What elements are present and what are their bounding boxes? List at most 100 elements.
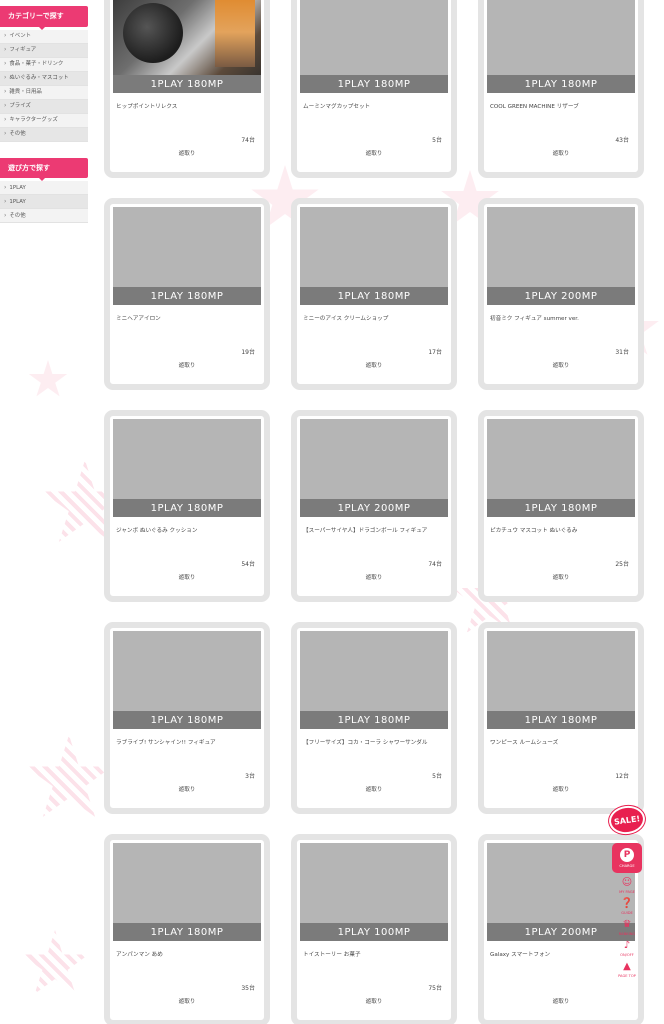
price-label: 1PLAY 180MP bbox=[487, 75, 635, 93]
product-name: ムーミンマグカップセット bbox=[303, 104, 371, 110]
product-card[interactable]: 1PLAY 200MP 初音ミク フィギュア summer ver. 31台 遊… bbox=[478, 198, 644, 390]
point-charge-label: CHARGE bbox=[619, 864, 635, 868]
point-charge-button[interactable]: P CHARGE bbox=[612, 843, 642, 873]
category-section: カテゴリーで探す › イベント › フィギュア › 食品・菓子・ドリンク › ぬいぐるみ… bbox=[0, 6, 88, 142]
category-list: › イベント › フィギュア › 食品・菓子・ドリンク › ぬいぐるみ・マスコット › 雑… bbox=[0, 29, 88, 142]
product-card[interactable]: 1PLAY 180MP ピカチュウ マスコット ぬいぐるみ 25台 遊取り bbox=[478, 410, 644, 602]
product-status: 遊取り bbox=[552, 787, 570, 793]
product-name: ワンピース ルームシューズ bbox=[490, 740, 559, 746]
product-card[interactable]: 1PLAY 100MP トイストーリー お菓子 75台 遊取り bbox=[291, 834, 457, 1024]
machine-count: 74台 bbox=[241, 137, 255, 144]
product-image: 1PLAY 180MP bbox=[487, 419, 635, 517]
category-item[interactable]: › プライズ bbox=[0, 99, 88, 114]
product-name: COOL GREEN MACHINE リザーブ bbox=[490, 104, 579, 110]
chevron-right-icon: › bbox=[4, 88, 7, 96]
machine-count: 5台 bbox=[432, 137, 442, 144]
product-status: 遊取り bbox=[552, 151, 570, 157]
play-item[interactable]: › その他 bbox=[0, 209, 88, 224]
my-page-button[interactable]: ☺ MY PAGE bbox=[612, 878, 642, 895]
star-decoration bbox=[28, 360, 68, 397]
price-label: 1PLAY 180MP bbox=[300, 287, 448, 305]
machine-count: 25台 bbox=[615, 561, 629, 568]
product-name: 【スーパーサイヤ人】ドラゴンボール フィギュア bbox=[303, 528, 428, 534]
product-image: 1PLAY 100MP bbox=[300, 843, 448, 941]
machine-count: 12台 bbox=[615, 773, 629, 780]
product-card[interactable]: 1PLAY 180MP ミニヘアアイロン 19台 遊取り bbox=[104, 198, 270, 390]
product-card[interactable]: 1PLAY 180MP ジャンボ ぬいぐるみ クッション 54台 遊取り bbox=[104, 410, 270, 602]
play-item[interactable]: › 1PLAY bbox=[0, 195, 88, 210]
product-status: 遊取り bbox=[178, 575, 196, 581]
product-image: 1PLAY 180MP bbox=[113, 0, 261, 93]
machine-count: 35台 bbox=[241, 985, 255, 992]
chevron-right-icon: › bbox=[4, 212, 7, 220]
category-item[interactable]: › フィギュア bbox=[0, 43, 88, 58]
chevron-right-icon: › bbox=[4, 60, 7, 68]
product-card[interactable]: 1PLAY 180MP COOL GREEN MACHINE リザーブ 43台 … bbox=[478, 0, 644, 178]
machine-count: 5台 bbox=[432, 773, 442, 780]
guide-button[interactable]: ❓ GUIDE bbox=[612, 898, 642, 916]
product-image: 1PLAY 180MP bbox=[300, 0, 448, 93]
sidebar: カテゴリーで探す › イベント › フィギュア › 食品・菓子・ドリンク › ぬいぐるみ… bbox=[0, 6, 88, 239]
machine-count: 74台 bbox=[428, 561, 442, 568]
ranking-button[interactable]: ♛ RANKING bbox=[612, 919, 642, 937]
category-item[interactable]: › ぬいぐるみ・マスコット bbox=[0, 71, 88, 86]
play-section: 遊び方で探す › 1PLAY › 1PLAY › その他 bbox=[0, 157, 88, 224]
price-label: 1PLAY 180MP bbox=[113, 499, 261, 517]
product-card[interactable]: 1PLAY 180MP ミニーのアイス クリームショップ 17台 遊取り bbox=[291, 198, 457, 390]
sale-badge[interactable]: SALE! bbox=[609, 805, 645, 835]
floating-nav: SALE! P CHARGE ☺ MY PAGE ❓ GUIDE ♛ RANKI… bbox=[609, 805, 645, 979]
product-card[interactable]: 1PLAY 200MP 【スーパーサイヤ人】ドラゴンボール フィギュア 74台 … bbox=[291, 410, 457, 602]
machine-count: 54台 bbox=[241, 561, 255, 568]
product-name: トイストーリー お菓子 bbox=[303, 952, 361, 958]
product-image: 1PLAY 180MP bbox=[113, 631, 261, 729]
category-item[interactable]: › 雑貨・日用品 bbox=[0, 85, 88, 100]
product-image: 1PLAY 180MP bbox=[300, 631, 448, 729]
product-card[interactable]: 1PLAY 180MP ワンピース ルームシューズ 12台 遊取り bbox=[478, 622, 644, 814]
product-card[interactable]: 1PLAY 180MP アンパンマン あめ 35台 遊取り bbox=[104, 834, 270, 1024]
product-image: 1PLAY 180MP bbox=[113, 419, 261, 517]
product-name: ジャンボ ぬいぐるみ クッション bbox=[116, 528, 198, 534]
machine-count: 31台 bbox=[615, 349, 629, 356]
product-card[interactable]: 1PLAY 180MP ムーミンマグカップセット 5台 遊取り bbox=[291, 0, 457, 178]
product-status: 遊取り bbox=[365, 575, 383, 581]
play-list: › 1PLAY › 1PLAY › その他 bbox=[0, 181, 88, 224]
chevron-right-icon: › bbox=[4, 46, 7, 54]
sound-toggle-button[interactable]: ♪ ON/OFF bbox=[612, 940, 642, 958]
price-label: 1PLAY 180MP bbox=[300, 75, 448, 93]
category-item[interactable]: › イベント bbox=[0, 29, 88, 44]
product-card[interactable]: 1PLAY 180MP ラブライブ! サンシャイン!! フィギュア 3台 遊取り bbox=[104, 622, 270, 814]
play-item[interactable]: › 1PLAY bbox=[0, 181, 88, 196]
product-image: 1PLAY 180MP bbox=[487, 0, 635, 93]
category-item[interactable]: › その他 bbox=[0, 127, 88, 142]
price-label: 1PLAY 100MP bbox=[300, 923, 448, 941]
price-label: 1PLAY 180MP bbox=[113, 287, 261, 305]
product-name: ヒップポイントリレクス bbox=[116, 104, 178, 110]
product-card[interactable]: 1PLAY 180MP 【フリーサイズ】コカ・コーラ シャワーサンダル 5台 遊… bbox=[291, 622, 457, 814]
star-decoration bbox=[25, 735, 113, 817]
product-name: アンパンマン あめ bbox=[116, 952, 163, 958]
category-item[interactable]: › 食品・菓子・ドリンク bbox=[0, 57, 88, 72]
sound-icon: ♪ bbox=[623, 940, 631, 951]
product-grid: 1PLAY 180MP ヒップポイントリレクス 74台 遊取り 1PLAY 18… bbox=[104, 0, 652, 1024]
product-status: 遊取り bbox=[178, 363, 196, 369]
product-card[interactable]: 1PLAY 180MP ヒップポイントリレクス 74台 遊取り bbox=[104, 0, 270, 178]
page-top-button[interactable]: ▲ PAGE TOP bbox=[612, 962, 642, 979]
chevron-right-icon: › bbox=[4, 32, 7, 40]
product-name: 初音ミク フィギュア summer ver. bbox=[490, 316, 579, 322]
category-item[interactable]: › キャラクターグッズ bbox=[0, 113, 88, 128]
category-header: カテゴリーで探す bbox=[0, 6, 88, 30]
point-icon: P bbox=[620, 848, 634, 862]
crown-icon: ♛ bbox=[622, 919, 632, 930]
price-label: 1PLAY 180MP bbox=[113, 923, 261, 941]
product-status: 遊取り bbox=[552, 363, 570, 369]
machine-count: 43台 bbox=[615, 137, 629, 144]
machine-count: 19台 bbox=[241, 349, 255, 356]
product-name: 【フリーサイズ】コカ・コーラ シャワーサンダル bbox=[303, 740, 428, 746]
product-name: ピカチュウ マスコット ぬいぐるみ bbox=[490, 528, 578, 534]
price-label: 1PLAY 180MP bbox=[487, 499, 635, 517]
guide-icon: ❓ bbox=[620, 898, 634, 909]
product-name: ミニヘアアイロン bbox=[116, 316, 161, 322]
product-status: 遊取り bbox=[365, 787, 383, 793]
product-image: 1PLAY 200MP bbox=[487, 207, 635, 305]
product-status: 遊取り bbox=[365, 999, 383, 1005]
